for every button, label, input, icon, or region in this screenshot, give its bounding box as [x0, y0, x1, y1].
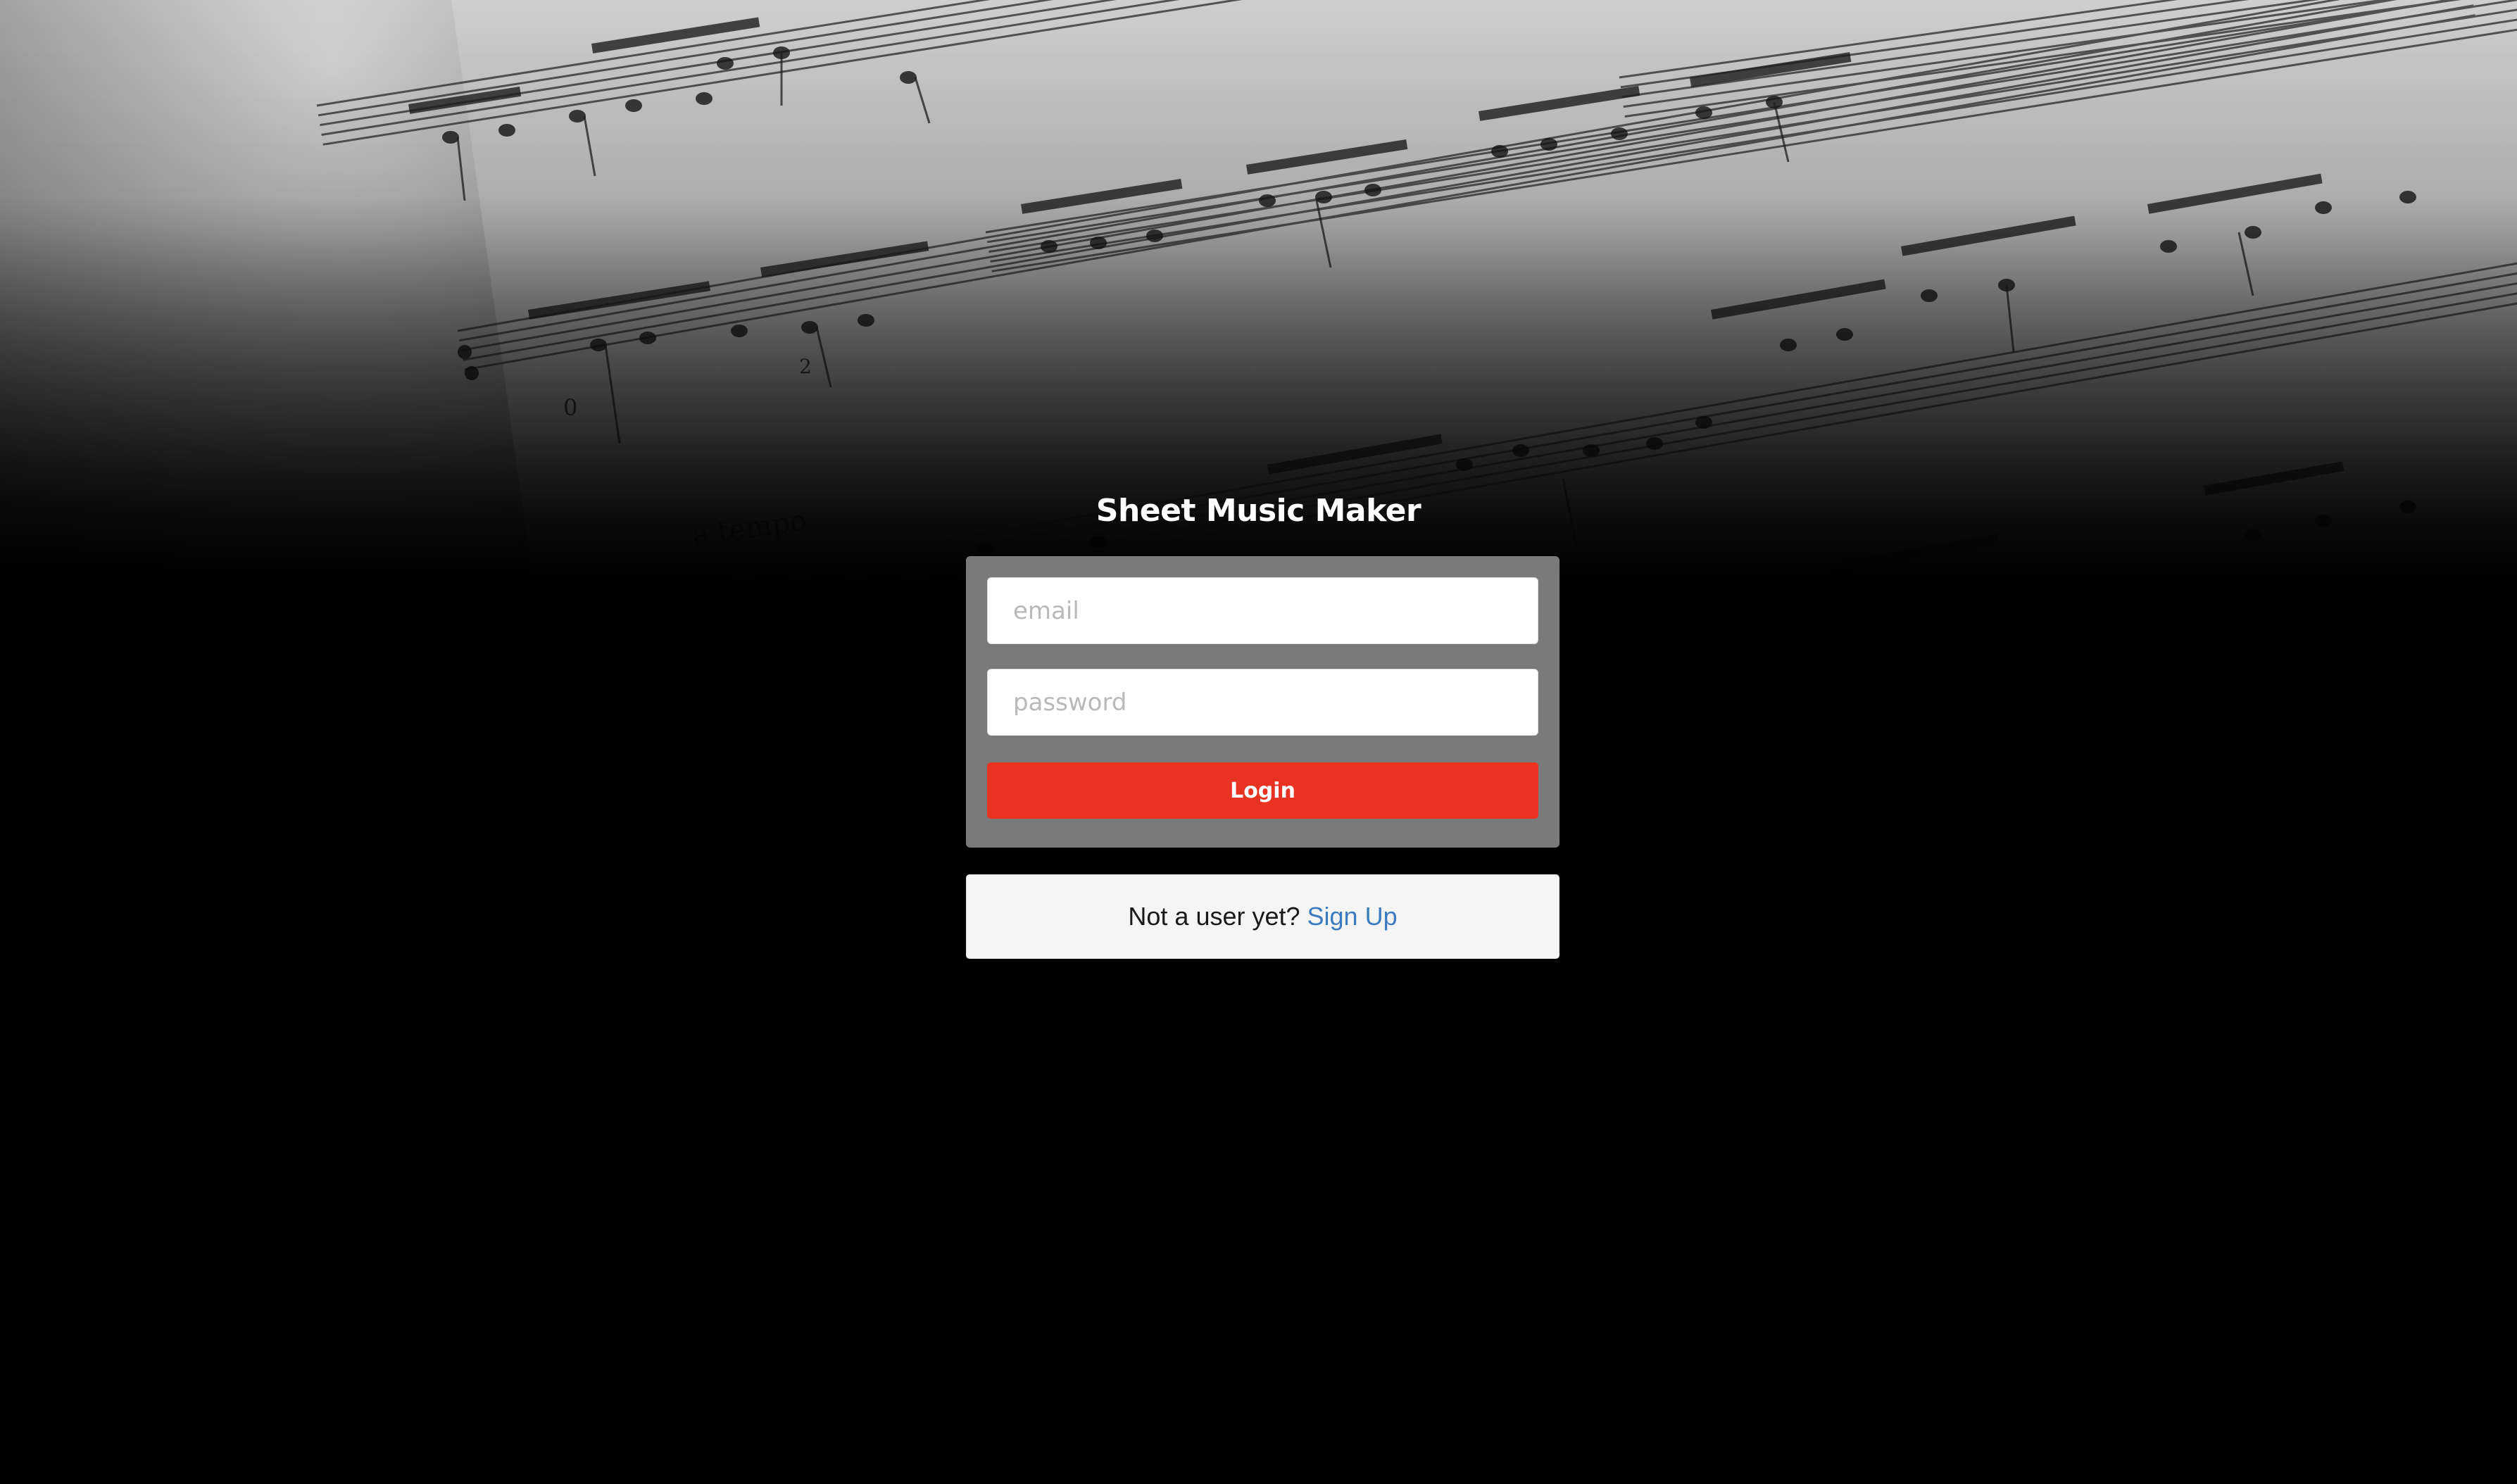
app-title: Sheet Music Maker — [1096, 493, 1421, 529]
email-field[interactable] — [987, 577, 1538, 644]
login-panel: Login — [966, 556, 1559, 848]
password-field[interactable] — [987, 669, 1538, 736]
login-page: a tempo 0 2 2/3 CII Sheet Music Maker Lo… — [0, 0, 2517, 1484]
signup-box: Not a user yet? Sign Up — [966, 874, 1559, 959]
sign-up-link[interactable]: Sign Up — [1307, 902, 1398, 931]
login-button[interactable]: Login — [987, 762, 1538, 819]
signup-prompt: Not a user yet? — [1128, 902, 1300, 931]
